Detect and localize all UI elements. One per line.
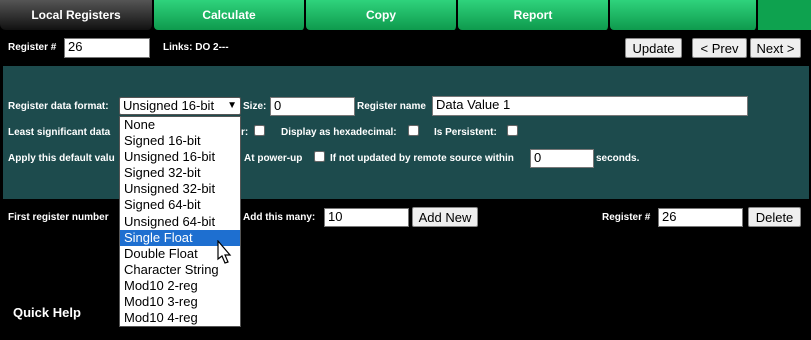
dropdown-option[interactable]: Signed 32-bit <box>120 165 240 181</box>
prev-button[interactable]: < Prev <box>692 38 747 58</box>
mouse-pointer-icon <box>217 240 232 264</box>
first-register-label: First register number <box>8 212 109 223</box>
chevron-down-icon: ▼ <box>227 100 237 111</box>
add-many-input[interactable]: 10 <box>324 208 409 227</box>
dropdown-option[interactable]: Signed 64-bit <box>120 197 240 213</box>
powerup-label: At power-up <box>244 153 303 164</box>
links-text: Links: DO 2--- <box>163 42 229 53</box>
dropdown-option[interactable]: Mod10 3-reg <box>120 294 240 310</box>
register-number-input-2[interactable]: 26 <box>658 208 743 227</box>
tab-strip-end <box>758 0 811 30</box>
not-updated-label: If not updated by remote source within <box>330 153 514 164</box>
size-input[interactable]: 0 <box>270 97 355 116</box>
seconds-input[interactable]: 0 <box>530 149 594 168</box>
update-button[interactable]: Update <box>625 38 682 58</box>
powerup-checkbox[interactable] <box>314 151 325 162</box>
apply-default-label: Apply this default valu <box>8 153 115 164</box>
lsd-checkbox[interactable] <box>254 125 265 136</box>
add-new-button[interactable]: Add New <box>412 207 478 227</box>
dropdown-option[interactable]: Signed 16-bit <box>120 133 240 149</box>
dropdown-option[interactable]: Unsigned 64-bit <box>120 214 240 230</box>
add-many-label: Add this many: <box>243 212 316 223</box>
tab-local-registers[interactable]: Local Registers <box>0 0 154 30</box>
tab-calculate[interactable]: Calculate <box>154 0 306 30</box>
dropdown-option[interactable]: Unsigned 16-bit <box>120 149 240 165</box>
hex-label: Display as hexadecimal: <box>281 127 397 138</box>
persistent-label: Is Persistent: <box>434 127 497 138</box>
format-label: Register data format: <box>8 101 109 112</box>
size-label: Size: <box>243 101 267 112</box>
register-name-label: Register name <box>357 101 426 112</box>
dropdown-option[interactable]: None <box>120 117 240 133</box>
format-select-value: Unsigned 16-bit <box>123 98 215 113</box>
quick-help-title: Quick Help <box>13 305 81 320</box>
persistent-checkbox[interactable] <box>507 125 518 136</box>
format-dropdown-list: None Signed 16-bit Unsigned 16-bit Signe… <box>119 116 241 328</box>
register-number-input[interactable]: 26 <box>64 38 150 58</box>
dropdown-option[interactable]: Mod10 2-reg <box>120 278 240 294</box>
delete-button[interactable]: Delete <box>748 207 801 227</box>
format-select[interactable]: Unsigned 16-bit ▼ <box>119 97 241 115</box>
seconds-label: seconds. <box>596 153 640 164</box>
hex-checkbox[interactable] <box>408 125 419 136</box>
tab-report[interactable]: Report <box>458 0 610 30</box>
register-name-input[interactable]: Data Value 1 <box>432 96 748 116</box>
least-significant-label: Least significant data <box>8 127 111 138</box>
lsd-label-suffix: r: <box>241 127 249 138</box>
dropdown-option[interactable]: Unsigned 32-bit <box>120 181 240 197</box>
tab-copy[interactable]: Copy <box>306 0 458 30</box>
dropdown-option[interactable]: Mod10 4-reg <box>120 310 240 326</box>
register-number-label: Register # <box>8 42 57 53</box>
next-button[interactable]: Next > <box>750 38 801 58</box>
tab-blank[interactable] <box>610 0 758 30</box>
register-number-label-2: Register # <box>602 212 651 223</box>
